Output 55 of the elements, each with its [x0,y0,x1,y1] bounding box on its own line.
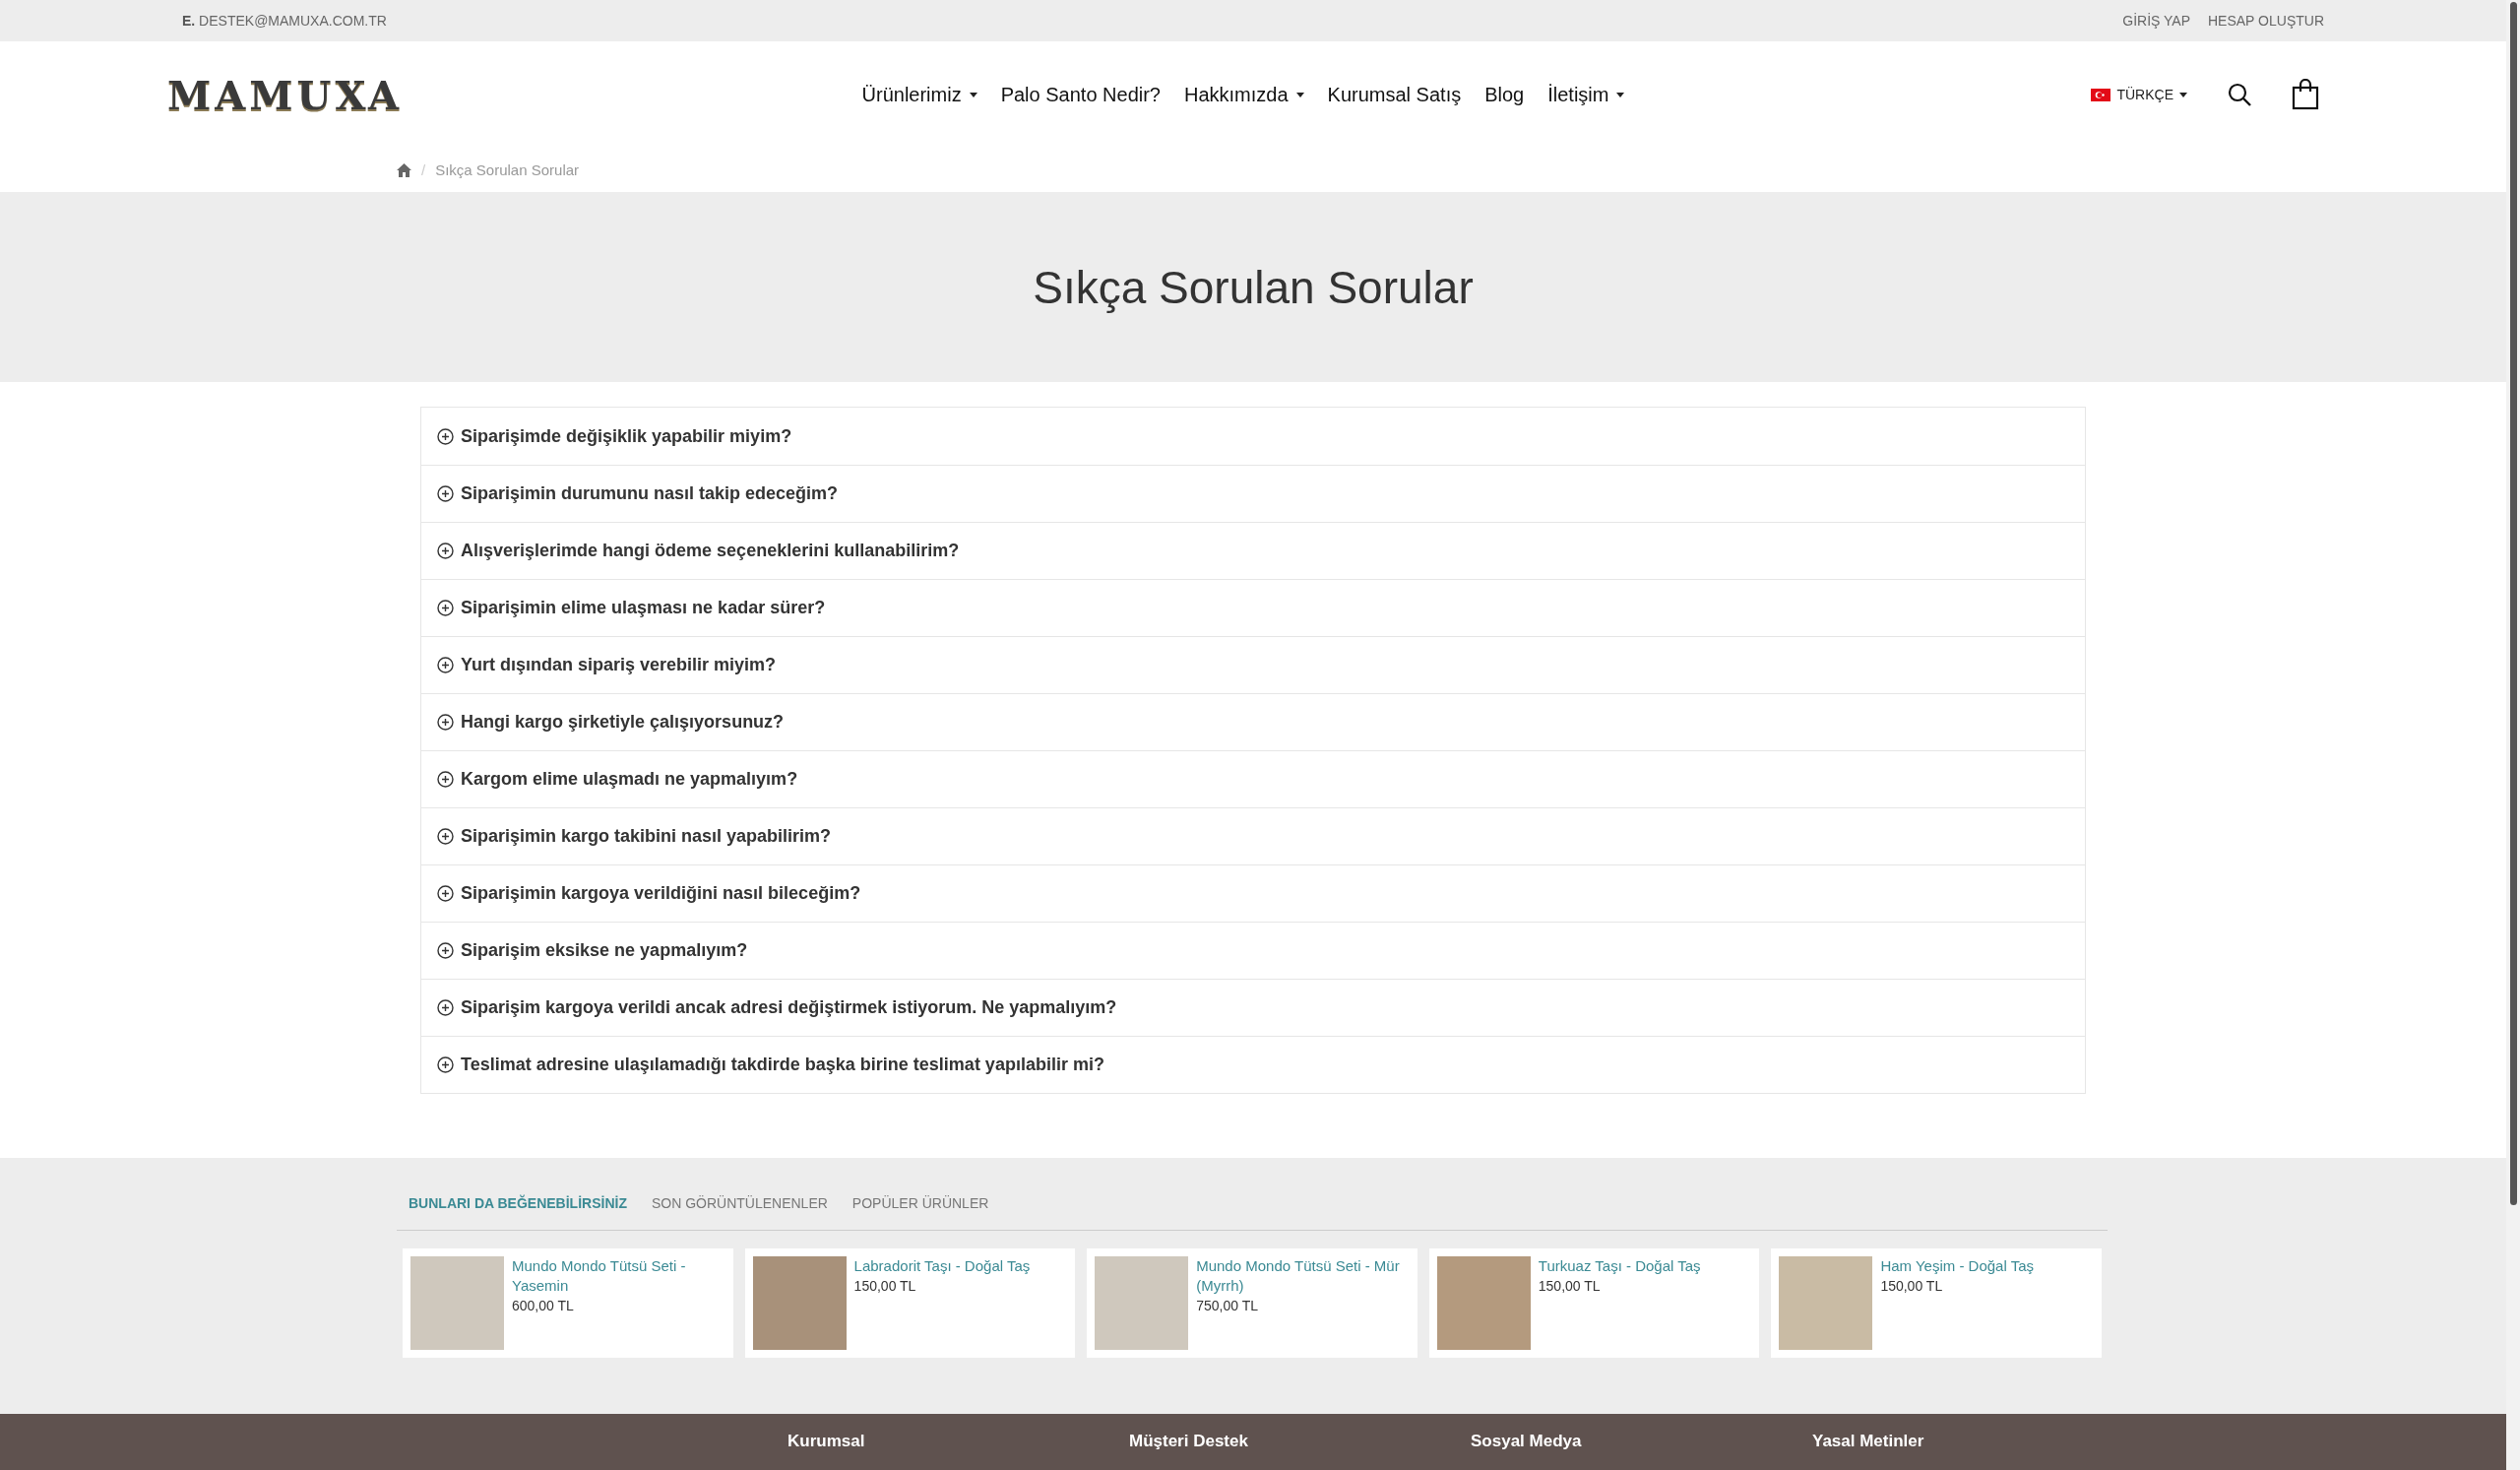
product-price: 750,00 TL [1196,1298,1259,1313]
faq-question[interactable]: Siparişim eksikse ne yapmalıyım? [421,922,2085,979]
faq-question[interactable]: Siparişimde değişiklik yapabilir miyim? [421,408,2085,465]
scrollbar-thumb[interactable] [2509,2,2517,1205]
faq-question[interactable]: Siparişimin elime ulaşması ne kadar sürer? [421,579,2085,636]
language-selector[interactable]: TÜRKÇE [2091,87,2187,102]
product-name[interactable]: Labradorit Taşı - Doğal Taş [853,1256,1031,1276]
nav-link[interactable]: Blog [1484,83,1525,106]
faq-question[interactable]: Alışverişlerimde hangi ödeme seçeneklerini kullanabilirim? [421,522,2085,579]
faq-question[interactable]: Siparişim kargoya verildi ancak adresi değiştirmek istiyorum. Ne yapmalıyım? [421,979,2085,1036]
product-price: 600,00 TL [512,1298,575,1313]
product-tab[interactable]: POPÜLER ÜRÜNLER [851,1194,989,1211]
product-name[interactable]: Mundo Mondo Tütsü Seti - Mür (Myrrh) [1196,1256,1410,1296]
caret-icon [2179,92,2187,97]
account-link[interactable]: HESAP OLUŞTUR [2208,13,2324,29]
nav-link[interactable]: Hakkımızda [1184,83,1304,106]
product-name[interactable]: Ham Yeşim - Doğal Taş [1880,1256,2034,1276]
nav-link[interactable]: Palo Santo Nedir? [1000,83,1161,106]
product-tab[interactable]: SON GÖRÜNTÜLENENLER [651,1194,828,1211]
product-card[interactable]: Labradorit Taşı - Doğal Taş 150,00 TL [744,1248,1076,1358]
product-card[interactable]: Mundo Mondo Tütsü Seti - Yasemin 600,00 TL [403,1248,733,1358]
product-name[interactable]: Turkuaz Taşı - Doğal Taş [1538,1256,1701,1276]
footer-heading: Yasal Metinler [1812,1432,1925,1452]
contact-email: E. DESTEK@MAMUXA.COM.TR [182,13,387,29]
product-price: 150,00 TL [853,1278,917,1294]
faq-question[interactable]: Hangi kargo şirketiyle çalışıyorsunuz? [421,693,2085,750]
shopping-bag-icon[interactable] [2292,79,2319,110]
breadcrumb-separator: / [421,161,426,178]
footer-heading: Sosyal Medya [1471,1432,1583,1452]
faq-question[interactable]: Siparişimin durumunu nasıl takip edeceğim? [421,465,2085,522]
footer-heading: Kurumsal [788,1432,866,1452]
footer-heading: Müşteri Destek [1129,1432,1249,1452]
faq-question[interactable]: Yurt dışından sipariş verebilir miyim? [421,636,2085,693]
nav-link[interactable]: Kurumsal Satış [1327,83,1462,106]
product-card[interactable]: Ham Yeşim - Doğal Taş 150,00 TL [1771,1248,2102,1358]
product-price: 150,00 TL [1538,1278,1602,1294]
nav-link[interactable]: İletişim [1547,83,1625,106]
account-link[interactable]: GİRİŞ YAP [2122,13,2190,29]
site-logo[interactable]: MAMUXA [167,71,404,118]
product-card[interactable]: Turkuaz Taşı - Doğal Taş 150,00 TL [1428,1248,1760,1358]
breadcrumb-current: Sıkça Sorulan Sorular [435,161,580,178]
search-icon[interactable] [2227,82,2252,107]
nav-link[interactable]: Ürünlerimiz [861,83,977,106]
page-title: Sıkça Sorulan Sorular [1033,260,1474,314]
faq-question[interactable]: Siparişimin kargoya verildiğini nasıl bileceğim? [421,864,2085,922]
caret-icon [969,92,977,97]
home-icon[interactable] [397,162,411,177]
faq-question[interactable]: Teslimat adresine ulaşılamadığı takdirde başka birine teslimat yapılabilir mi? [421,1036,2085,1093]
product-name[interactable]: Mundo Mondo Tütsü Seti - Yasemin [512,1256,725,1296]
faq-question[interactable]: Kargom elime ulaşmadı ne yapmalıyım? [421,750,2085,807]
caret-icon [1616,92,1625,97]
caret-icon [1295,92,1304,97]
faq-question[interactable]: Siparişimin kargo takibini nasıl yapabilirim? [421,807,2085,864]
product-card[interactable]: Mundo Mondo Tütsü Seti - Mür (Myrrh) 750,00 TL [1087,1248,1418,1358]
product-price: 150,00 TL [1880,1278,1944,1294]
